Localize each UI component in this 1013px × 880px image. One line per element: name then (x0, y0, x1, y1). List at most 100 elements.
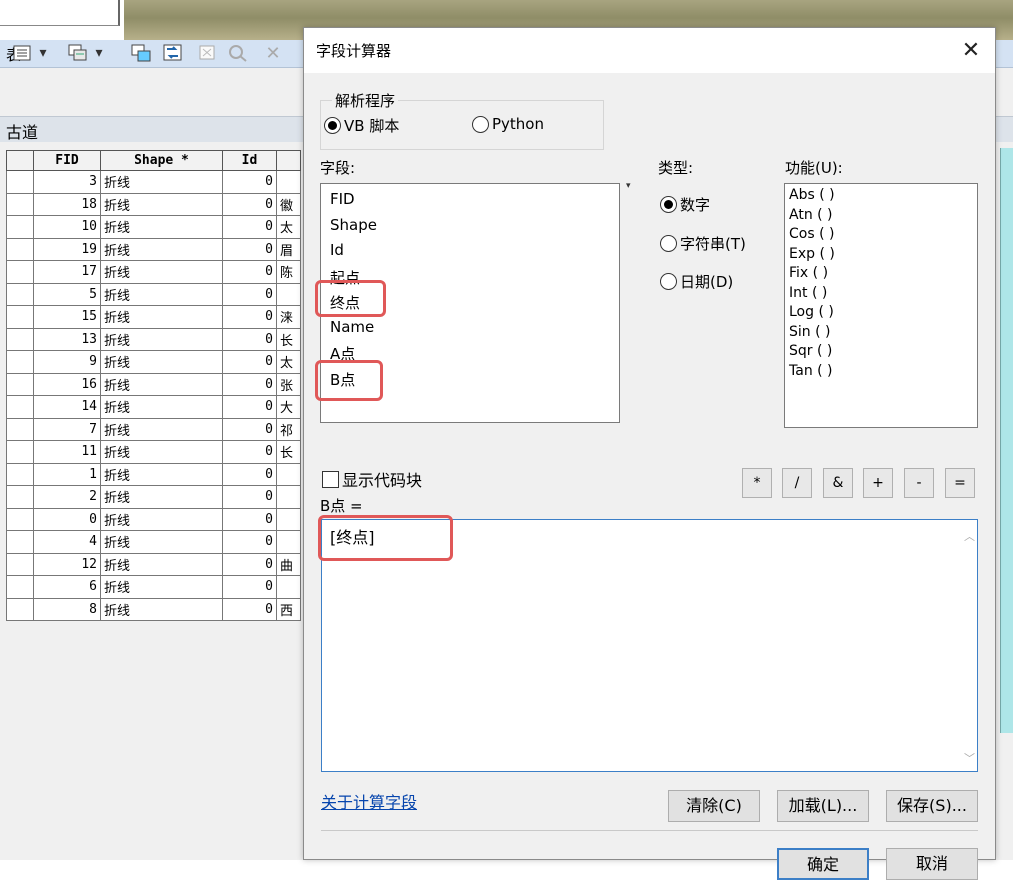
row-selector[interactable] (6, 485, 34, 509)
row-selector[interactable] (6, 305, 34, 329)
cell-name[interactable]: 涞 (276, 305, 301, 329)
expression-scrollbar[interactable]: ︿ ﹀ (960, 520, 977, 771)
cell-name[interactable] (276, 530, 301, 554)
related-tables-icon[interactable] (66, 42, 90, 64)
cell-fid[interactable]: 9 (33, 350, 101, 374)
scroll-down-icon[interactable]: ﹀ (964, 750, 975, 766)
cell-shape[interactable]: 折线 (100, 462, 223, 486)
cell-fid[interactable]: 19 (33, 237, 101, 261)
cell-name[interactable]: 张 (276, 372, 301, 396)
cell-shape[interactable]: 折线 (100, 575, 223, 599)
field-item[interactable]: FID (330, 190, 355, 208)
cell-fid[interactable]: 7 (33, 417, 101, 441)
clear-selection-icon[interactable] (196, 42, 218, 64)
row-selector[interactable] (6, 440, 34, 464)
cell-fid[interactable]: 14 (33, 395, 101, 419)
cell-shape[interactable]: 折线 (100, 237, 223, 261)
operator-concat-button[interactable]: & (823, 468, 853, 498)
cell-name[interactable]: 太 (276, 215, 301, 239)
cell-shape[interactable]: 折线 (100, 485, 223, 509)
row-selector[interactable] (6, 192, 34, 216)
table-row[interactable]: 8 折线 0 西 (6, 597, 301, 621)
row-selector[interactable] (6, 260, 34, 284)
cell-fid[interactable]: 18 (33, 192, 101, 216)
table-row[interactable]: 3 折线 0 (6, 170, 301, 194)
cell-id[interactable]: 0 (222, 260, 277, 284)
column-header-id[interactable]: Id (222, 150, 277, 171)
cell-shape[interactable]: 折线 (100, 530, 223, 554)
cancel-button[interactable]: 取消 (886, 848, 978, 880)
cell-fid[interactable]: 2 (33, 485, 101, 509)
dropdown-arrow-icon[interactable]: ▾ (36, 42, 50, 64)
cell-fid[interactable]: 17 (33, 260, 101, 284)
field-item[interactable]: Name (330, 318, 374, 336)
function-item[interactable]: Log ( ) (789, 304, 834, 320)
load-button[interactable]: 加载(L)... (777, 790, 869, 822)
cell-id[interactable]: 0 (222, 575, 277, 599)
save-button[interactable]: 保存(S)... (886, 790, 978, 822)
cell-id[interactable]: 0 (222, 507, 277, 531)
cell-id[interactable]: 0 (222, 552, 277, 576)
zoom-to-selected-icon[interactable] (226, 42, 250, 64)
cell-fid[interactable]: 5 (33, 282, 101, 306)
table-row[interactable]: 19 折线 0 眉 (6, 237, 301, 261)
column-header-name[interactable] (276, 150, 301, 171)
functions-listbox[interactable]: Abs ( ) Atn ( ) Cos ( ) Exp ( ) Fix ( ) Int (… (784, 183, 978, 428)
row-selector[interactable] (6, 237, 34, 261)
row-selector[interactable] (6, 282, 34, 306)
table-row[interactable]: 6 折线 0 (6, 575, 301, 599)
cell-name[interactable]: 太 (276, 350, 301, 374)
cell-id[interactable]: 0 (222, 372, 277, 396)
cell-name[interactable]: 长 (276, 327, 301, 351)
table-row[interactable]: 9 折线 0 太 (6, 350, 301, 374)
row-selector[interactable] (6, 350, 34, 374)
cell-name[interactable] (276, 170, 301, 194)
function-item[interactable]: Abs ( ) (789, 187, 835, 203)
operator-plus-button[interactable]: + (863, 468, 893, 498)
scroll-up-icon[interactable]: ︿ (964, 528, 975, 544)
function-item[interactable]: Int ( ) (789, 285, 827, 301)
table-row[interactable]: 2 折线 0 (6, 485, 301, 509)
function-item[interactable]: Exp ( ) (789, 246, 835, 262)
table-row[interactable]: 17 折线 0 陈 (6, 260, 301, 284)
operator-minus-button[interactable]: - (904, 468, 934, 498)
cell-id[interactable]: 0 (222, 170, 277, 194)
cell-name[interactable]: 徽 (276, 192, 301, 216)
cell-shape[interactable]: 折线 (100, 215, 223, 239)
cell-name[interactable]: 祁 (276, 417, 301, 441)
cell-shape[interactable]: 折线 (100, 350, 223, 374)
table-row[interactable]: 7 折线 0 祁 (6, 417, 301, 441)
cell-shape[interactable]: 折线 (100, 192, 223, 216)
function-item[interactable]: Sin ( ) (789, 324, 830, 340)
function-item[interactable]: Sqr ( ) (789, 343, 832, 359)
cell-name[interactable]: 眉 (276, 237, 301, 261)
row-selector[interactable] (6, 552, 34, 576)
row-selector[interactable] (6, 575, 34, 599)
row-selector[interactable] (6, 372, 34, 396)
table-options-icon[interactable] (10, 42, 34, 64)
list-scroll-arrow-icon[interactable]: ▾ (626, 181, 631, 191)
cell-id[interactable]: 0 (222, 305, 277, 329)
cell-shape[interactable]: 折线 (100, 395, 223, 419)
operator-divide-button[interactable]: / (782, 468, 812, 498)
cell-fid[interactable]: 6 (33, 575, 101, 599)
radio-type-date[interactable]: 日期(D) (660, 271, 733, 292)
clear-button[interactable]: 清除(C) (668, 790, 760, 822)
cell-shape[interactable]: 折线 (100, 552, 223, 576)
cell-shape[interactable]: 折线 (100, 327, 223, 351)
cell-id[interactable]: 0 (222, 462, 277, 486)
function-item[interactable]: Atn ( ) (789, 207, 833, 223)
cell-id[interactable]: 0 (222, 597, 277, 621)
table-row[interactable]: 13 折线 0 长 (6, 327, 301, 351)
help-link[interactable]: 关于计算字段 (321, 789, 417, 813)
table-row[interactable]: 4 折线 0 (6, 530, 301, 554)
cell-name[interactable]: 陈 (276, 260, 301, 284)
close-icon[interactable]: ✕ (954, 34, 988, 68)
radio-vb-script[interactable]: VB 脚本 (324, 115, 399, 136)
radio-type-string[interactable]: 字符串(T) (660, 233, 746, 254)
row-selector[interactable] (6, 507, 34, 531)
dropdown-arrow-icon[interactable]: ▾ (92, 42, 106, 64)
operator-equals-button[interactable]: = (945, 468, 975, 498)
table-row[interactable]: 16 折线 0 张 (6, 372, 301, 396)
function-item[interactable]: Tan ( ) (789, 363, 833, 379)
